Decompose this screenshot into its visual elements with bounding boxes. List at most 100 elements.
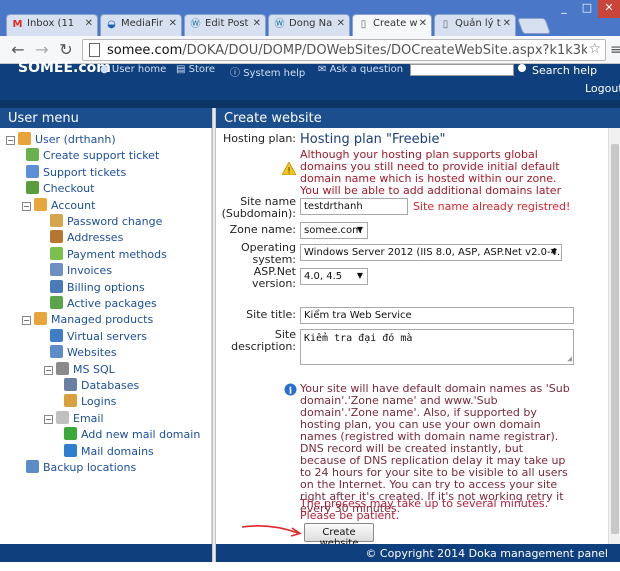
forward-icon[interactable]: →	[32, 40, 52, 60]
annotation-arrow	[241, 525, 302, 537]
tree-item-active-packages[interactable]: Active packages	[50, 296, 157, 312]
tree-item-label: Password change	[67, 215, 163, 228]
logins-icon	[64, 394, 77, 408]
nav-system-help[interactable]: ⓘ System help	[230, 64, 305, 79]
tree-item-label: Create support ticket	[43, 149, 160, 163]
search-input[interactable]	[410, 64, 514, 76]
tab-create-website[interactable]: ▯ Create w ✕	[352, 14, 432, 36]
close-tab-icon[interactable]: ✕	[503, 18, 511, 29]
create-website-form: Hosting plan: Hosting plan "Freebie" ! A…	[216, 128, 608, 549]
site-header: SOMEE.com ● User home ▤ Store ⓘ System h…	[0, 60, 620, 100]
tree-item-mail-domains[interactable]: Mail domains	[64, 443, 154, 460]
collapse-icon[interactable]: −	[22, 201, 31, 211]
billing-icon	[50, 279, 63, 293]
dropdown-arrow-icon: ▼	[356, 271, 363, 280]
search-help-radio[interactable]	[518, 64, 526, 72]
os-select[interactable]: Windows Server 2012 (IIS 8.0, ASP, ASP.N…	[300, 244, 562, 261]
user-menu-title: User menu	[0, 108, 212, 128]
tree-item-user-drthanh[interactable]: − User (drthanh)	[6, 132, 116, 148]
tree-item-label: Logins	[81, 395, 117, 409]
tab-inbox[interactable]: M Inbox (11 ✕	[6, 14, 98, 36]
close-tab-icon[interactable]: ✕	[253, 18, 261, 29]
create-website-button[interactable]: Create website	[304, 523, 374, 549]
tree-item-account[interactable]: − Account	[22, 197, 96, 214]
reload-icon[interactable]: ↻	[56, 40, 76, 60]
back-icon[interactable]: ←	[8, 40, 28, 60]
site-title-input[interactable]: Kiểm tra Web Service	[300, 307, 574, 324]
tree-item-websites[interactable]: Websites	[50, 345, 117, 361]
tree-item-label: Payment methods	[67, 247, 167, 261]
tab-mediafire[interactable]: ◒ MediaFir ✕	[100, 14, 182, 36]
page-icon: ▯	[442, 19, 449, 30]
close-tab-icon[interactable]: ✕	[337, 18, 345, 29]
bookmark-star-icon[interactable]: ☆	[588, 41, 601, 57]
nav-ask-question[interactable]: ✉ Ask a question	[318, 64, 403, 75]
close-window-icon[interactable]: ✕	[598, 0, 620, 18]
logout-link[interactable]: Logout	[585, 82, 620, 95]
browser-tab-bar: M Inbox (11 ✕ ◒ MediaFir ✕ Ⓦ Edit Post ✕…	[0, 0, 620, 36]
tree-item-billing-options[interactable]: Billing options	[50, 279, 145, 296]
address-bar[interactable]: somee.com/DOKA/DOU/DOMP/DOWebSites/DOCre…	[82, 39, 606, 61]
scrollbar-thumb[interactable]	[611, 144, 619, 534]
tree-item-label: Mail domains	[81, 444, 154, 458]
tree-item-ms-sql[interactable]: − MS SQL	[44, 361, 115, 378]
info-icon: i	[284, 383, 297, 396]
user-icon	[18, 132, 31, 145]
tab-dong-na[interactable]: Ⓦ Dong Na ✕	[268, 14, 350, 36]
tree-item-logins[interactable]: Logins	[64, 394, 116, 410]
tab-edit-post[interactable]: Ⓦ Edit Post ✕	[184, 14, 266, 36]
tree-item-payment-methods[interactable]: Payment methods	[50, 246, 167, 263]
add-mail-icon	[64, 427, 77, 441]
site-description-textarea[interactable]: Kiểm tra đại đó mà ◢	[300, 329, 574, 365]
minimize-icon[interactable]: _	[552, 0, 576, 18]
tab-quan-ly[interactable]: ▯ Quản lý t ✕	[434, 14, 516, 36]
products-icon	[34, 312, 47, 326]
close-tab-icon[interactable]: ✕	[419, 18, 427, 29]
page-scrollbar[interactable]	[608, 128, 620, 544]
tree-item-managed-products[interactable]: − Managed products	[22, 312, 153, 328]
close-tab-icon[interactable]: ✕	[169, 18, 177, 29]
footer: © Copyright 2014 Doka management panel	[216, 544, 620, 562]
process-note-text: The process may take up to several minut…	[300, 497, 549, 522]
tree-item-addresses[interactable]: Addresses	[50, 230, 123, 246]
tickets-icon	[26, 164, 39, 178]
tree-item-create-support-ticket[interactable]: Create support ticket	[26, 148, 159, 164]
nav-user-home[interactable]: ● User home	[100, 64, 166, 75]
close-tab-icon[interactable]: ✕	[85, 18, 93, 29]
tree-item-backup-locations[interactable]: Backup locations	[26, 460, 136, 476]
aspnet-version-select[interactable]: 4.0, 4.5 ▼	[300, 268, 368, 285]
tree-item-virtual-servers[interactable]: Virtual servers	[50, 328, 147, 345]
resize-handle-icon[interactable]: ◢	[567, 354, 572, 363]
tree-item-add-new-mail-domain[interactable]: Add new mail domain	[64, 427, 200, 443]
tree-item-label: Databases	[81, 379, 140, 392]
databases-icon	[64, 378, 77, 391]
tree-item-support-tickets[interactable]: Support tickets	[26, 164, 126, 181]
tree-item-invoices[interactable]: Invoices	[50, 263, 112, 279]
tree-item-label: MS SQL	[73, 362, 115, 376]
tree-item-checkout[interactable]: Checkout	[26, 181, 94, 197]
collapse-icon[interactable]: −	[44, 414, 53, 424]
tree-item-databases[interactable]: Databases	[64, 378, 139, 394]
new-tab-button[interactable]	[517, 18, 551, 34]
page-title: Create website	[216, 108, 620, 128]
maximize-icon[interactable]: □	[576, 0, 598, 18]
collapse-icon[interactable]: −	[22, 316, 31, 326]
cart-icon	[26, 181, 39, 195]
url-text[interactable]: somee.com/DOKA/DOU/DOMP/DOWebSites/DOCre…	[107, 43, 587, 58]
menu-icon[interactable]: ≡	[610, 42, 620, 58]
tree-item-email[interactable]: − Email	[44, 410, 104, 427]
server-icon	[50, 328, 63, 342]
site-name-input[interactable]: testdrthanh	[300, 198, 408, 215]
collapse-icon[interactable]: −	[6, 136, 15, 145]
tree-item-password-change[interactable]: Password change	[50, 214, 162, 230]
collapse-icon[interactable]: −	[44, 365, 53, 375]
nav-store[interactable]: ▤ Store	[176, 64, 215, 75]
page-icon: ▯	[360, 19, 367, 30]
site-logo[interactable]: SOMEE.com	[18, 60, 111, 76]
zone-name-select[interactable]: somee.com ▼	[300, 222, 368, 239]
search-help-label[interactable]: Search help	[532, 64, 597, 77]
tree-item-label: Billing options	[67, 280, 145, 294]
invoices-icon	[50, 263, 63, 277]
tree-item-label: Account	[51, 198, 96, 212]
mediafire-icon: ◒	[107, 19, 116, 30]
